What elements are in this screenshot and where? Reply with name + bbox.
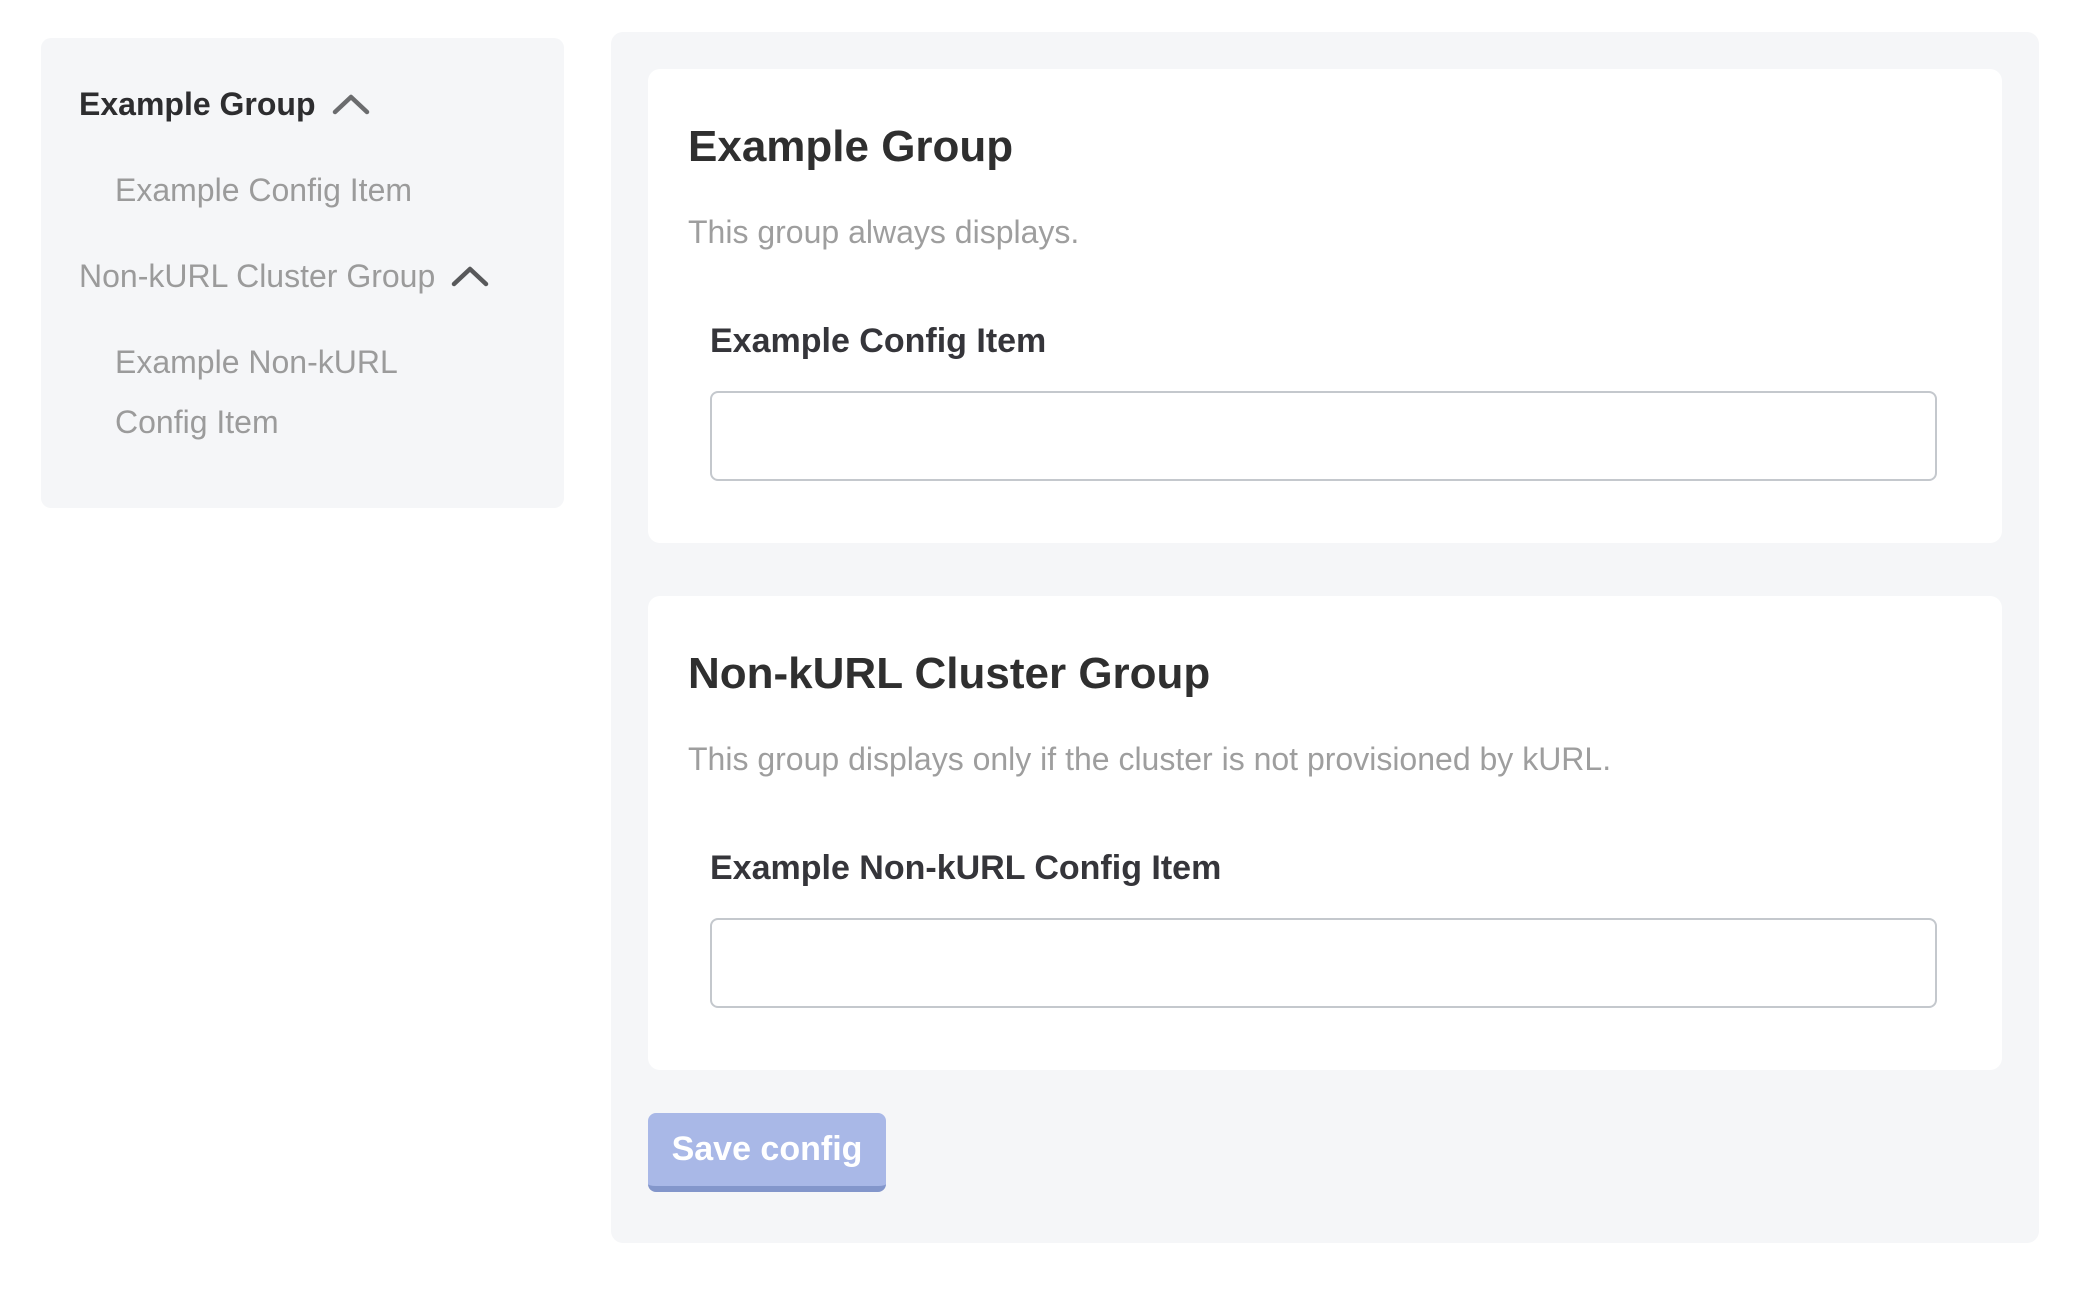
sidebar-group-label: Non-kURL Cluster Group bbox=[79, 246, 435, 306]
example-config-item-input[interactable] bbox=[710, 391, 1937, 481]
sidebar-group-label: Example Group bbox=[79, 74, 316, 134]
config-nav-sidebar: Example Group Example Config Item Non-kU… bbox=[41, 38, 564, 508]
config-group-card-non-kurl-cluster-group: Non-kURL Cluster Group This group displa… bbox=[648, 596, 2002, 1070]
config-item: Example Non-kURL Config Item bbox=[710, 846, 1937, 1008]
group-title: Non-kURL Cluster Group bbox=[688, 648, 1962, 700]
save-config-button[interactable]: Save config bbox=[648, 1113, 886, 1192]
config-item: Example Config Item bbox=[710, 319, 1937, 481]
group-description: This group displays only if the cluster … bbox=[688, 740, 1962, 778]
group-title: Example Group bbox=[688, 121, 1962, 173]
sidebar-item-example-non-kurl-config-item[interactable]: Example Non-kURL Config Item bbox=[115, 332, 465, 452]
config-panel: Example Group This group always displays… bbox=[611, 32, 2039, 1243]
config-item-label: Example Config Item bbox=[710, 319, 1937, 363]
chevron-up-icon bbox=[332, 92, 370, 116]
sidebar-group-non-kurl-cluster-group[interactable]: Non-kURL Cluster Group bbox=[79, 246, 536, 306]
config-item-label: Example Non-kURL Config Item bbox=[710, 846, 1937, 890]
chevron-up-icon bbox=[451, 264, 489, 288]
sidebar-item-example-config-item[interactable]: Example Config Item bbox=[115, 160, 465, 220]
sidebar-group-example-group[interactable]: Example Group bbox=[79, 74, 536, 134]
group-description: This group always displays. bbox=[688, 213, 1962, 251]
example-non-kurl-config-item-input[interactable] bbox=[710, 918, 1937, 1008]
config-group-card-example-group: Example Group This group always displays… bbox=[648, 69, 2002, 543]
